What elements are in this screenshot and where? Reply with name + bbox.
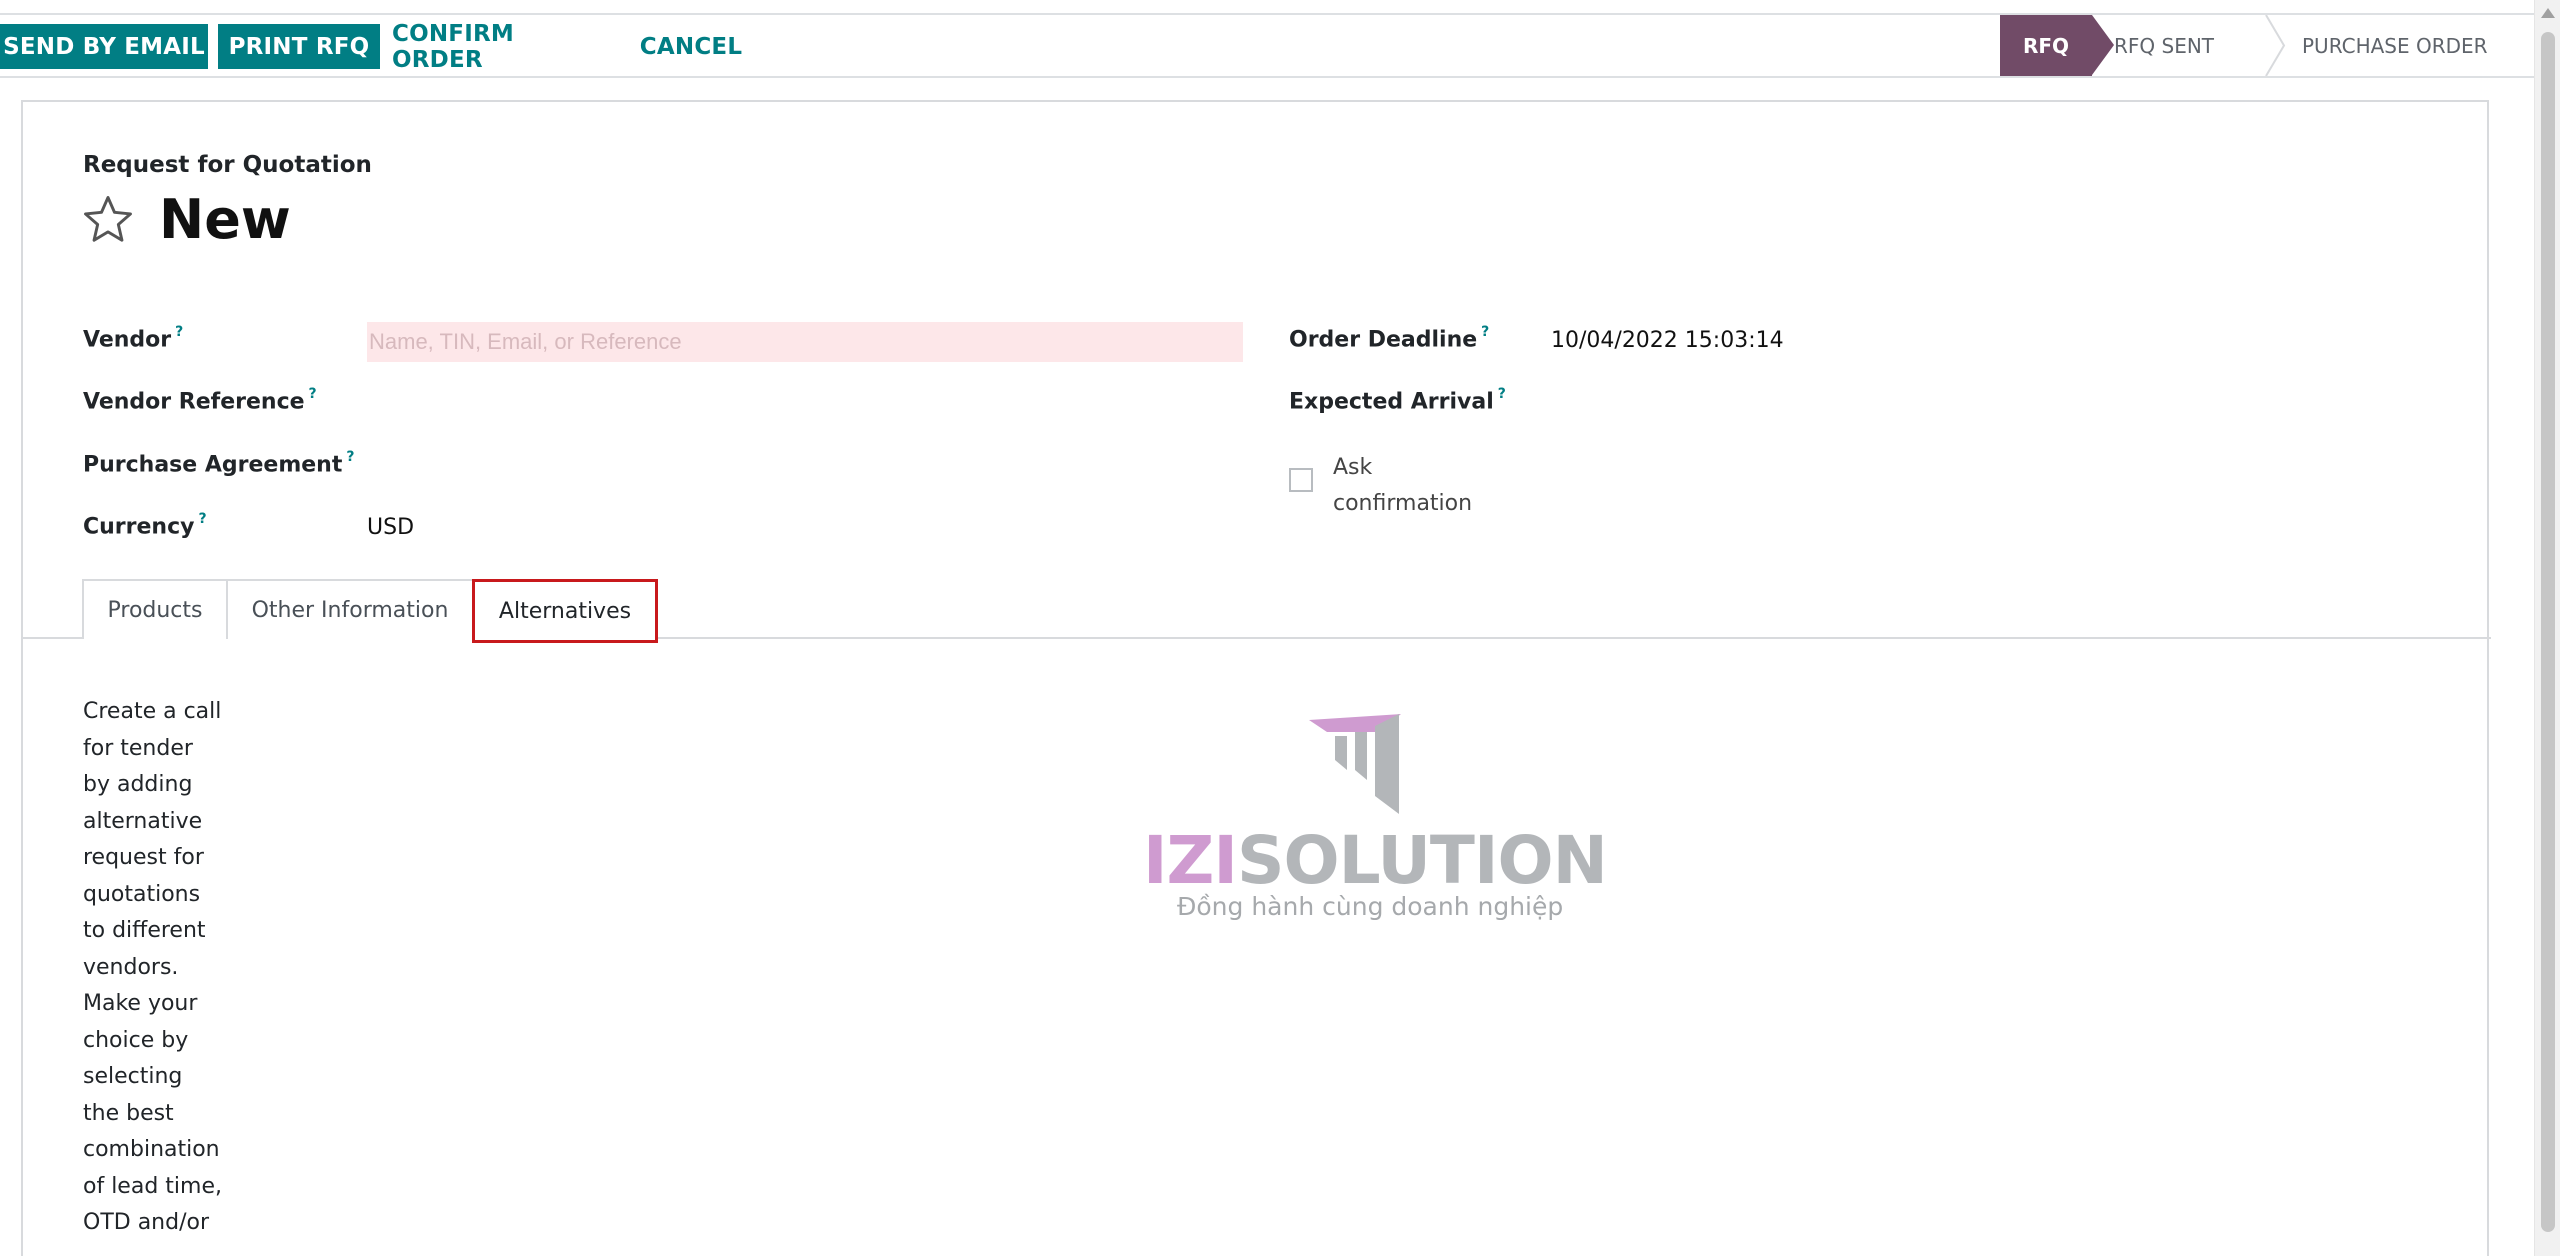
vendor-reference-label: Vendor Reference? bbox=[83, 386, 317, 415]
watermark-tagline: Đồng hành cùng doanh nghiệp bbox=[1177, 892, 1564, 921]
scrollbar-thumb[interactable] bbox=[2541, 32, 2555, 1232]
tab-alternatives[interactable]: Alternatives bbox=[472, 579, 658, 643]
ask-confirmation-checkbox[interactable] bbox=[1289, 468, 1313, 492]
stage-rfq-sent[interactable]: RFQ SENT bbox=[2114, 15, 2284, 76]
scroll-up-icon[interactable] bbox=[2541, 8, 2555, 18]
watermark: IZISOLUTION Đồng hành cùng doanh nghiệp bbox=[1141, 714, 1608, 934]
form-sheet: Request for Quotation New Vendor? Vendor… bbox=[21, 100, 2491, 1256]
notebook-tabs: Products Other Information Alternatives bbox=[23, 579, 2491, 643]
order-deadline-label: Order Deadline? bbox=[1289, 324, 1490, 353]
vendor-input[interactable] bbox=[367, 322, 1243, 362]
currency-label: Currency? bbox=[83, 511, 207, 540]
status-bar: RFQ RFQ SENT PURCHASE ORDER bbox=[2000, 15, 2534, 76]
print-rfq-button[interactable]: PRINT RFQ bbox=[218, 24, 380, 69]
stage-separator-icon bbox=[2265, 15, 2286, 76]
send-by-email-button[interactable]: SEND BY EMAIL bbox=[0, 24, 208, 69]
page-title: New bbox=[159, 188, 291, 251]
expected-arrival-label: Expected Arrival? bbox=[1289, 386, 1506, 415]
alternatives-help-text: Create a call for tender by adding alter… bbox=[83, 699, 222, 1235]
vendor-label: Vendor? bbox=[83, 324, 184, 353]
izisolution-logo-icon bbox=[1309, 714, 1401, 814]
control-panel: SEND BY EMAIL PRINT RFQ CONFIRM ORDER CA… bbox=[0, 13, 2534, 78]
help-icon[interactable]: ? bbox=[309, 386, 317, 402]
stage-rfq[interactable]: RFQ bbox=[2000, 15, 2114, 76]
help-icon[interactable]: ? bbox=[1498, 386, 1506, 402]
document-type: Request for Quotation bbox=[83, 152, 372, 178]
cancel-button[interactable]: CANCEL bbox=[626, 24, 756, 69]
watermark-brand: IZISOLUTION bbox=[1143, 822, 1608, 899]
rfq-form-view: SEND BY EMAIL PRINT RFQ CONFIRM ORDER CA… bbox=[0, 0, 2560, 1256]
help-icon[interactable]: ? bbox=[198, 511, 206, 527]
help-icon[interactable]: ? bbox=[175, 324, 183, 340]
currency-value[interactable]: USD bbox=[367, 515, 414, 540]
help-icon[interactable]: ? bbox=[346, 449, 354, 465]
purchase-agreement-label: Purchase Agreement? bbox=[83, 449, 355, 478]
ask-confirmation-label: Ask confirmation bbox=[1333, 455, 1473, 516]
order-deadline-value[interactable]: 10/04/2022 15:03:14 bbox=[1551, 328, 1784, 353]
tab-products[interactable]: Products bbox=[82, 579, 228, 639]
star-icon[interactable] bbox=[81, 193, 135, 247]
help-icon[interactable]: ? bbox=[1481, 324, 1489, 340]
confirm-order-button[interactable]: CONFIRM ORDER bbox=[392, 21, 610, 73]
tab-other-information[interactable]: Other Information bbox=[226, 579, 474, 639]
stage-purchase-order[interactable]: PURCHASE ORDER bbox=[2302, 15, 2534, 76]
vertical-scrollbar[interactable] bbox=[2534, 0, 2560, 1256]
